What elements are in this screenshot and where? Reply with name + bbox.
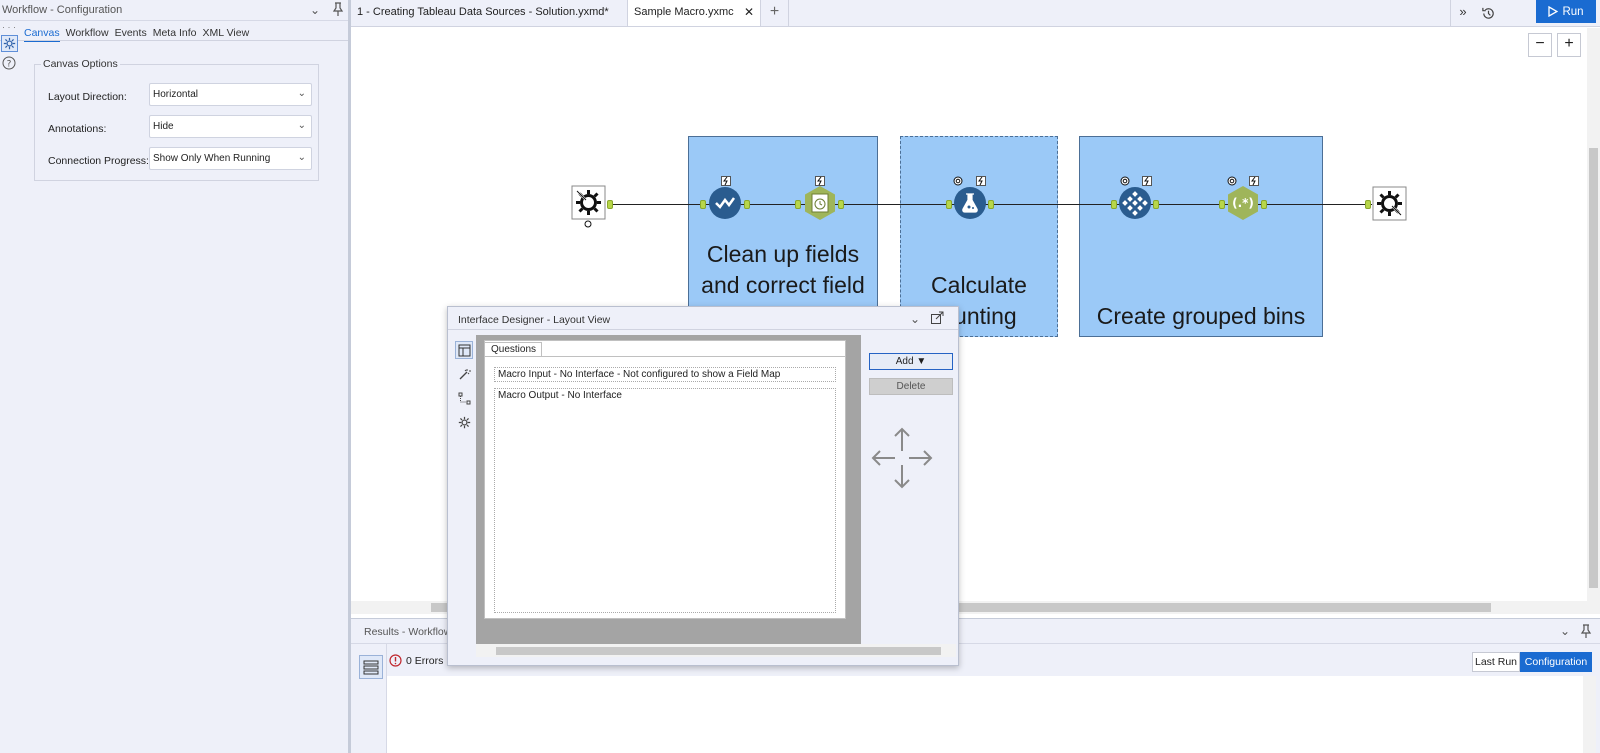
input-anchor[interactable] — [795, 200, 801, 209]
question-item[interactable]: Macro Output - No Interface — [494, 388, 836, 613]
chevron-down-icon: ⌄ — [297, 152, 306, 163]
output-anchor[interactable] — [744, 200, 750, 209]
last-run-button[interactable]: Last Run — [1472, 652, 1520, 672]
input-anchor[interactable] — [1365, 200, 1371, 209]
output-anchor[interactable] — [988, 200, 994, 209]
canvas-options-group: Canvas Options Layout Direction: Horizon… — [34, 58, 319, 181]
results-content — [387, 676, 1583, 753]
close-icon[interactable]: ✕ — [744, 5, 754, 19]
move-arrows-icon[interactable] — [869, 425, 935, 494]
select-value: Hide — [153, 121, 174, 132]
interface-designer-window: Interface Designer - Layout View ⌄ Quest… — [447, 306, 959, 666]
divider — [0, 20, 348, 21]
lightning-icon — [815, 176, 825, 189]
popout-icon[interactable] — [930, 311, 944, 328]
document-tab-bar: 1 - Creating Tableau Data Sources - Solu… — [351, 0, 1600, 27]
lightning-icon — [1142, 176, 1152, 189]
lightning-icon — [1249, 176, 1259, 189]
new-tab-button[interactable]: + — [761, 0, 789, 26]
lightning-icon — [721, 176, 731, 189]
drag-handle[interactable]: · · · — [2, 22, 16, 32]
regex-tool[interactable]: (.*) — [1225, 185, 1261, 224]
output-anchor[interactable] — [607, 200, 613, 209]
svg-text:(.*): (.*) — [1232, 196, 1254, 210]
play-icon — [1548, 6, 1559, 17]
container-text-line: Calculate — [931, 272, 1027, 298]
errors-filter[interactable]: 0 Errors — [389, 654, 443, 667]
chevron-down-icon[interactable]: ⌄ — [310, 3, 320, 17]
macro-output-tool[interactable] — [1372, 186, 1407, 224]
scrollbar-thumb[interactable] — [1589, 148, 1598, 588]
chevron-down-icon: ⌄ — [297, 120, 306, 131]
history-icon[interactable] — [1476, 0, 1501, 26]
output-anchor[interactable] — [838, 200, 844, 209]
lightning-icon — [976, 176, 986, 189]
connection-progress-label: Connection Progress: — [48, 155, 149, 167]
divider — [448, 329, 958, 330]
layout-direction-select[interactable]: Horizontal ⌄ — [149, 83, 312, 106]
tab-creating-tableau-data-sources[interactable]: 1 - Creating Tableau Data Sources - Solu… — [351, 0, 628, 26]
configuration-button[interactable]: Configuration — [1520, 652, 1592, 672]
svg-text:?: ? — [7, 60, 12, 70]
scrollbar-thumb[interactable] — [496, 647, 941, 655]
configuration-panel: Workflow - Configuration ⌄ · · · Canvas … — [0, 0, 348, 753]
chevron-down-icon[interactable]: ⌄ — [1560, 624, 1570, 638]
chevron-down-icon: ⌄ — [297, 88, 306, 99]
input-anchor[interactable] — [946, 200, 952, 209]
input-anchor[interactable] — [700, 200, 706, 209]
magic-wand-icon[interactable] — [455, 365, 473, 383]
tab-sample-macro[interactable]: Sample Macro.yxmc ✕ — [628, 0, 761, 26]
delete-button[interactable]: Delete — [869, 378, 953, 395]
annotations-select[interactable]: Hide ⌄ — [149, 115, 312, 138]
chevron-down-icon[interactable]: ⌄ — [910, 312, 920, 326]
formula-tool[interactable] — [953, 186, 987, 223]
run-button[interactable]: Run — [1536, 0, 1596, 23]
tree-view-icon[interactable] — [455, 389, 473, 407]
tile-tool[interactable] — [1118, 186, 1152, 223]
lookup-icon — [953, 176, 963, 189]
table-view-icon[interactable] — [359, 655, 383, 679]
divider — [484, 356, 846, 357]
window-title: Interface Designer - Layout View — [458, 314, 611, 326]
tab-questions[interactable]: Questions — [484, 342, 542, 357]
pin-icon[interactable] — [1578, 623, 1594, 642]
zoom-in-button[interactable]: + — [1557, 33, 1581, 57]
tab-label: Sample Macro.yxmc — [634, 6, 734, 18]
zoom-out-button[interactable]: − — [1528, 33, 1552, 57]
group-title: Canvas Options — [41, 58, 120, 70]
datetime-tool[interactable] — [802, 185, 838, 224]
select-value: Horizontal — [153, 89, 199, 100]
help-icon[interactable]: ? — [2, 56, 16, 70]
container-create-grouped-bins[interactable]: Create grouped bins — [1079, 136, 1323, 337]
select-value: Show Only When Running — [153, 153, 271, 164]
container-text-line: Create grouped bins — [1096, 303, 1306, 329]
pin-icon[interactable] — [330, 1, 346, 17]
run-label: Run — [1562, 5, 1584, 18]
output-anchor[interactable] — [1153, 200, 1159, 209]
more-button[interactable]: » — [1450, 0, 1475, 26]
gear-icon[interactable] — [1, 35, 18, 52]
container-text-line: Clean up fields — [706, 241, 860, 267]
output-anchor[interactable] — [1261, 200, 1267, 209]
errors-label: 0 Errors — [406, 654, 444, 667]
divider — [0, 40, 348, 41]
error-icon — [389, 654, 402, 667]
container-text-line: and correct field — [701, 272, 865, 298]
annotations-label: Annotations: — [48, 123, 107, 135]
results-title: Results - Workflow — [364, 626, 452, 638]
question-item[interactable]: Macro Input - No Interface - Not configu… — [494, 367, 836, 382]
gear-icon[interactable] — [455, 413, 473, 431]
tab-label: 1 - Creating Tableau Data Sources - Solu… — [357, 6, 609, 18]
data-cleansing-tool[interactable] — [708, 186, 742, 223]
macro-input-tool[interactable] — [571, 185, 611, 232]
layout-direction-label: Layout Direction: — [48, 91, 127, 103]
vertical-scrollbar[interactable] — [1583, 676, 1596, 753]
lookup-icon — [1227, 176, 1237, 189]
panel-title: Workflow - Configuration — [2, 4, 123, 16]
add-button[interactable]: Add ▼ — [869, 353, 953, 370]
input-anchor[interactable] — [1111, 200, 1117, 209]
layout-view-icon[interactable] — [455, 341, 473, 359]
connection-progress-select[interactable]: Show Only When Running ⌄ — [149, 147, 312, 170]
lookup-icon — [1120, 176, 1130, 189]
